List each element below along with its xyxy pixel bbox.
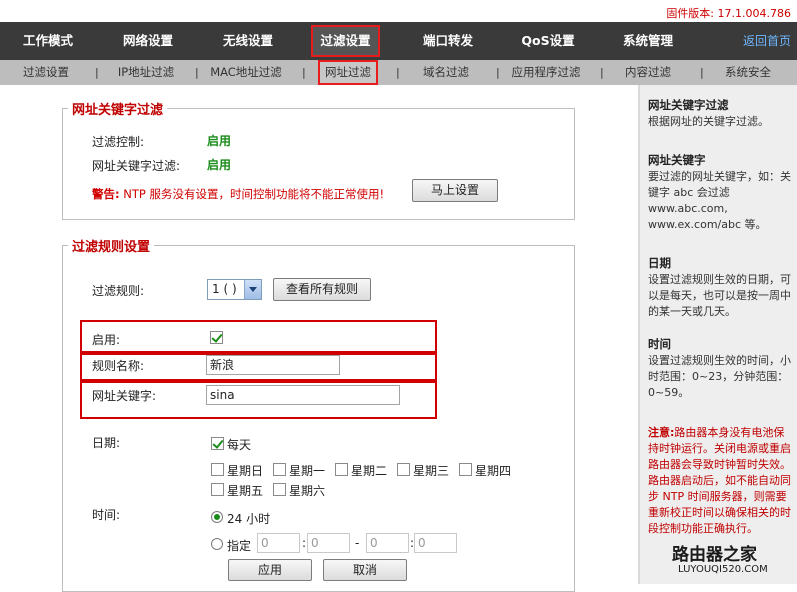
- logo-main-text: 路由器之家: [672, 545, 757, 565]
- main-nav: 工作模式 网络设置 无线设置 过滤设置 端口转发 QoS设置 系统管理 返回首页: [0, 22, 797, 60]
- everyday-checkbox[interactable]: [211, 437, 224, 450]
- help-note: 注意:路由器本身没有电池保持时钟运行。关闭电源或重启路由器会导致时钟暂时失效。路…: [648, 425, 794, 537]
- chevron-down-icon: [244, 280, 261, 299]
- sub-domain-filter[interactable]: 域名过滤: [410, 60, 482, 85]
- help-title-time: 时间: [648, 337, 671, 351]
- filter-rule-select-value: 1 ( ): [212, 282, 237, 296]
- help-text-url-keyword: 要过滤的网址关键字，如：关键字 abc 会过滤 www.abc.com, www…: [648, 170, 791, 231]
- setup-now-button[interactable]: 马上设置: [412, 179, 498, 202]
- nav-qos[interactable]: QoS设置: [508, 22, 588, 60]
- enable-checkbox[interactable]: [210, 331, 223, 344]
- sub-ip-filter[interactable]: IP地址过滤: [110, 60, 182, 85]
- logo-sub-text: LUYOUQI520.COM: [678, 564, 768, 575]
- url-keyword-input[interactable]: sina: [206, 385, 400, 405]
- time-label: 时间:: [92, 508, 121, 522]
- sub-separator: |: [95, 66, 99, 79]
- help-text-url-keyword-filter: 根据网址的关键字过滤。: [648, 115, 769, 128]
- sub-separator: |: [600, 66, 604, 79]
- monday-label: 星期一: [289, 464, 326, 478]
- url-keyword-filter-value: 启用: [207, 158, 232, 172]
- section1-legend: 网址关键字过滤: [68, 99, 168, 118]
- help-title-url-keyword-filter: 网址关键字过滤: [648, 98, 729, 112]
- hours24-radio[interactable]: [211, 511, 223, 523]
- filter-control-value: 启用: [207, 134, 232, 148]
- nav-network[interactable]: 网络设置: [108, 22, 188, 60]
- monday-checkbox[interactable]: [273, 463, 286, 476]
- sunday-checkbox[interactable]: [211, 463, 224, 476]
- everyday-label: 每天: [227, 438, 252, 452]
- friday-label: 星期五: [227, 484, 264, 498]
- help-text-date: 设置过滤规则生效的日期，可以是每天，也可以是按一周中的某一天或几天。: [648, 273, 791, 318]
- section2-legend: 过滤规则设置: [68, 236, 155, 255]
- sub-nav: 过滤设置 | IP地址过滤 | MAC地址过滤 | 网址过滤 | 域名过滤 | …: [0, 60, 797, 85]
- highlight-enable: [80, 320, 437, 353]
- thursday-label: 星期四: [475, 464, 512, 478]
- nav-system[interactable]: 系统管理: [608, 22, 688, 60]
- view-all-rules-button[interactable]: 查看所有规则: [273, 278, 371, 301]
- start-hour-input[interactable]: 0: [257, 533, 300, 553]
- sub-separator: |: [496, 66, 500, 79]
- main-content: 网址关键字过滤 过滤控制: 启用 网址关键字过滤: 启用 警告: NTP 服务没…: [0, 85, 638, 592]
- warning-text: NTP 服务没有设置，时间控制功能将不能正常使用!: [119, 187, 385, 201]
- saturday-label: 星期六: [289, 484, 326, 498]
- rule-name-input[interactable]: 新浪: [206, 355, 340, 375]
- sub-separator: |: [302, 66, 306, 79]
- url-keyword-filter-label: 网址关键字过滤:: [92, 159, 181, 173]
- nav-filter[interactable]: 过滤设置: [311, 25, 380, 57]
- help-panel: 网址关键字过滤 根据网址的关键字过滤。 网址关键字 要过滤的网址关键字，如：关键…: [638, 85, 797, 584]
- thursday-checkbox[interactable]: [459, 463, 472, 476]
- nav-work-mode[interactable]: 工作模式: [8, 22, 88, 60]
- filter-control-label: 过滤控制:: [92, 135, 145, 149]
- site-logo: 路由器之家 LUYOUQI520.COM: [658, 540, 793, 580]
- custom-time-label: 指定: [227, 539, 252, 553]
- wednesday-checkbox[interactable]: [397, 463, 410, 476]
- tuesday-label: 星期二: [351, 464, 388, 478]
- end-minute-input[interactable]: 0: [414, 533, 457, 553]
- apply-button[interactable]: 应用: [228, 559, 312, 581]
- end-hour-input[interactable]: 0: [366, 533, 409, 553]
- enable-label: 启用:: [92, 333, 121, 347]
- filter-rule-select[interactable]: 1 ( ): [207, 279, 262, 300]
- help-title-url-keyword: 网址关键字: [648, 153, 706, 167]
- sub-url-filter[interactable]: 网址过滤: [318, 60, 378, 85]
- filter-rule-label: 过滤规则:: [92, 284, 145, 298]
- start-minute-input[interactable]: 0: [307, 533, 350, 553]
- help-note-prefix: 注意:: [648, 426, 675, 439]
- help-title-date: 日期: [648, 256, 671, 270]
- sub-app-filter[interactable]: 应用程序过滤: [503, 60, 589, 85]
- url-keyword-label: 网址关键字:: [92, 389, 157, 403]
- nav-port-forward[interactable]: 端口转发: [408, 22, 488, 60]
- help-note-text: 路由器本身没有电池保持时钟运行。关闭电源或重启路由器会导致时钟暂时失效。路由器启…: [648, 426, 791, 535]
- firmware-version: 固件版本: 17.1.004.786: [666, 7, 791, 20]
- sub-separator: |: [195, 66, 199, 79]
- ntp-warning: 警告: NTP 服务没有设置，时间控制功能将不能正常使用!: [92, 186, 384, 202]
- nav-wireless[interactable]: 无线设置: [208, 22, 288, 60]
- date-label: 日期:: [92, 436, 121, 450]
- sunday-label: 星期日: [227, 464, 264, 478]
- warning-prefix: 警告:: [92, 187, 120, 201]
- sub-system-security[interactable]: 系统安全: [712, 60, 784, 85]
- sub-mac-filter[interactable]: MAC地址过滤: [205, 60, 287, 85]
- time-dash: -: [355, 536, 360, 550]
- saturday-checkbox[interactable]: [273, 483, 286, 496]
- tuesday-checkbox[interactable]: [335, 463, 348, 476]
- firmware-bar: 固件版本: 17.1.004.786: [0, 0, 797, 22]
- rule-name-label: 规则名称:: [92, 359, 145, 373]
- help-text-time: 设置过滤规则生效的时间，小时范围：0~23，分钟范围：0~59。: [648, 354, 791, 399]
- sub-separator: |: [700, 66, 704, 79]
- cancel-button[interactable]: 取消: [323, 559, 407, 581]
- hours24-label: 24 小时: [227, 512, 271, 526]
- wednesday-label: 星期三: [413, 464, 450, 478]
- sub-content-filter[interactable]: 内容过滤: [612, 60, 684, 85]
- time-colon: :: [302, 536, 307, 550]
- home-link[interactable]: 返回首页: [743, 22, 791, 60]
- sub-separator: |: [396, 66, 400, 79]
- friday-checkbox[interactable]: [211, 483, 224, 496]
- custom-time-radio[interactable]: [211, 538, 223, 550]
- sub-filter-settings[interactable]: 过滤设置: [10, 60, 82, 85]
